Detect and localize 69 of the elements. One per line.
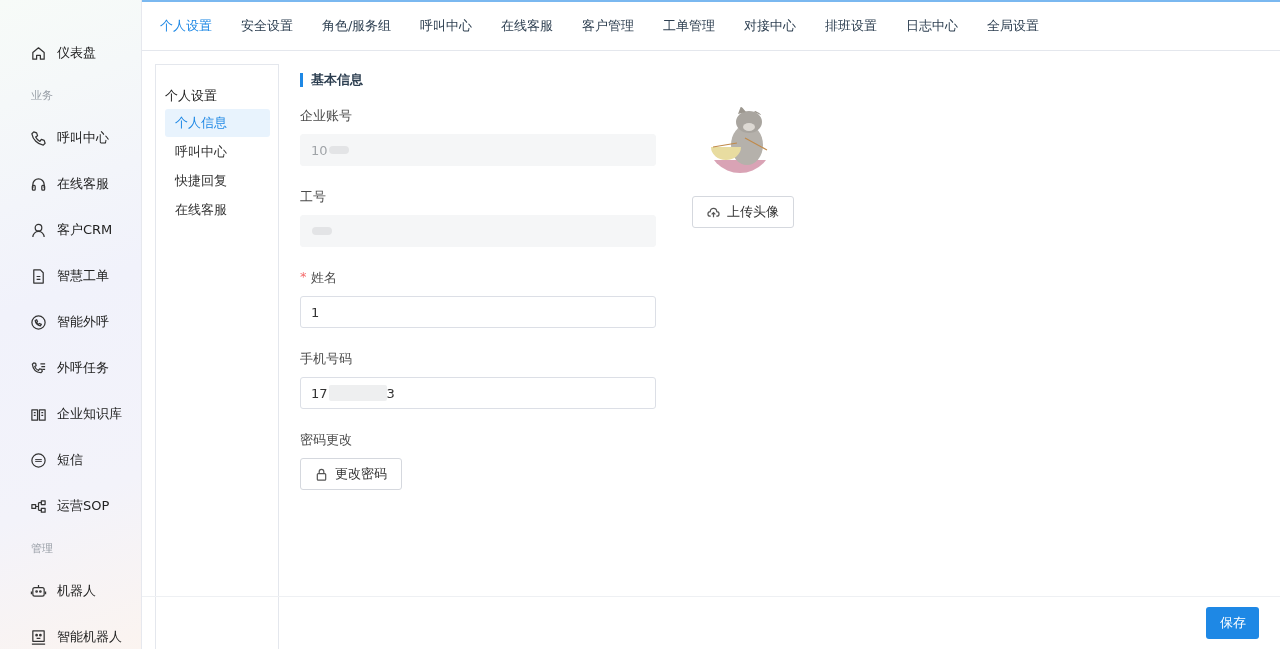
tab[interactable]: 呼叫中心	[408, 17, 485, 35]
sidebar-item-label: 智能外呼	[57, 313, 109, 331]
subnav-item[interactable]: 在线客服	[165, 196, 270, 224]
field-value: 17	[311, 385, 328, 401]
tab[interactable]: 客户管理	[570, 17, 647, 35]
chat-phone-icon	[30, 313, 47, 331]
tab[interactable]: 安全设置	[229, 17, 305, 35]
required-mark: *	[300, 269, 307, 286]
phone-icon	[30, 129, 47, 147]
field-value: 3	[386, 385, 395, 401]
flow-icon	[30, 497, 47, 515]
field-value: 1	[311, 304, 320, 320]
sidebar-item-label: 机器人	[57, 582, 96, 600]
sidebar-item-label: 客户CRM	[57, 221, 113, 239]
field-label: 密码更改	[300, 431, 352, 449]
sidebar-item[interactable]: 呼叫中心	[0, 115, 141, 161]
sidebar-item[interactable]: 智慧工单	[0, 253, 141, 299]
tab[interactable]: 对接中心	[732, 17, 809, 35]
input-field[interactable]: 17 3	[300, 377, 656, 409]
tab[interactable]: 工单管理	[651, 17, 728, 35]
tab[interactable]: 全局设置	[975, 17, 1052, 35]
sidebar-item-label: 短信	[57, 451, 83, 469]
sidebar-item[interactable]: 智能外呼	[0, 299, 141, 345]
input-field[interactable]: 1	[300, 296, 656, 328]
sidebar-item-label: 外呼任务	[57, 359, 109, 377]
lock-icon	[315, 467, 328, 481]
sidebar-section-title: 业务	[30, 88, 54, 104]
change-password-button[interactable]: 更改密码	[300, 458, 402, 490]
sidebar-item[interactable]: 运营SOP	[0, 483, 141, 529]
sidebar-item-label: 运营SOP	[57, 497, 110, 515]
sidebar-item[interactable]: 机器人	[0, 568, 141, 614]
sidebar-item[interactable]: 智能机器人	[0, 614, 141, 649]
tab[interactable]: 在线客服	[489, 17, 566, 35]
home-icon	[30, 44, 47, 62]
tab[interactable]: 个人设置	[148, 17, 224, 35]
sms-icon	[30, 451, 47, 469]
subnav-item[interactable]: 快捷回复	[165, 167, 270, 195]
section-title: 基本信息	[300, 73, 656, 87]
save-button[interactable]: 保存	[1206, 607, 1259, 639]
sidebar-item-label: 智能机器人	[57, 628, 122, 646]
field-label: 手机号码	[300, 350, 352, 368]
cloud-upload-icon	[707, 205, 720, 219]
sidebar-item-label: 在线客服	[57, 175, 109, 193]
tab[interactable]: 日志中心	[894, 17, 971, 35]
screen-face-icon	[30, 628, 47, 646]
document-icon	[30, 267, 47, 285]
sidebar-item[interactable]: 外呼任务	[0, 345, 141, 391]
sidebar-section-title: 管理	[30, 541, 54, 557]
user-icon	[30, 221, 47, 239]
sidebar-item[interactable]: 客户CRM	[0, 207, 141, 253]
field-label: 企业账号	[300, 107, 352, 125]
field-value: 10	[311, 142, 328, 158]
field-label: 姓名	[310, 269, 337, 287]
sidebar-item[interactable]: 仪表盘	[0, 30, 141, 76]
sidebar-item-label: 呼叫中心	[57, 129, 109, 147]
subnav-item[interactable]: 呼叫中心	[165, 138, 270, 166]
sidebar-item-label: 企业知识库	[57, 405, 122, 423]
sidebar-item[interactable]: 企业知识库	[0, 391, 141, 437]
tab[interactable]: 角色/服务组	[310, 17, 404, 35]
robot-icon	[30, 582, 47, 600]
field-label: 工号	[300, 188, 326, 206]
sidebar-item-label: 智慧工单	[57, 267, 109, 285]
sidebar-item[interactable]: 短信	[0, 437, 141, 483]
tab[interactable]: 排班设置	[813, 17, 890, 35]
subnav-title: 个人设置	[165, 87, 218, 105]
headset-icon	[30, 175, 47, 193]
sidebar-item-label: 仪表盘	[57, 44, 96, 62]
upload-avatar-button[interactable]: 上传头像	[692, 196, 794, 228]
sidebar-item[interactable]: 在线客服	[0, 161, 141, 207]
